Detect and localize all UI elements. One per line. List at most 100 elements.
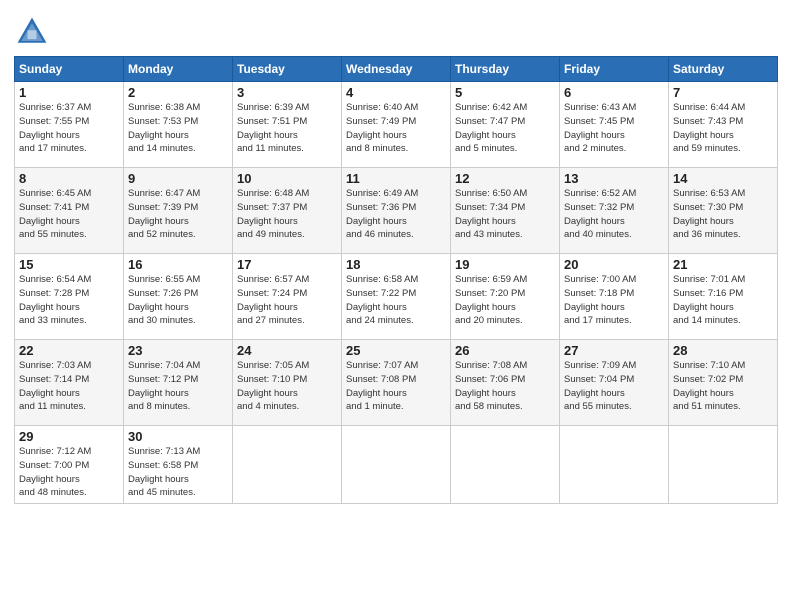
table-row: 21 Sunrise: 7:01 AMSunset: 7:16 PMDayligh… bbox=[669, 254, 778, 340]
day-number: 3 bbox=[237, 85, 337, 100]
table-row bbox=[669, 426, 778, 504]
day-detail: Sunrise: 6:57 AMSunset: 7:24 PMDaylight … bbox=[237, 274, 309, 326]
day-detail: Sunrise: 6:48 AMSunset: 7:37 PMDaylight … bbox=[237, 188, 309, 240]
table-row: 19 Sunrise: 6:59 AMSunset: 7:20 PMDayligh… bbox=[451, 254, 560, 340]
day-number: 29 bbox=[19, 429, 119, 444]
day-number: 19 bbox=[455, 257, 555, 272]
day-detail: Sunrise: 7:03 AMSunset: 7:14 PMDaylight … bbox=[19, 360, 91, 412]
day-number: 5 bbox=[455, 85, 555, 100]
table-row: 3 Sunrise: 6:39 AMSunset: 7:51 PMDaylight… bbox=[233, 82, 342, 168]
col-tuesday: Tuesday bbox=[233, 57, 342, 82]
day-detail: Sunrise: 6:58 AMSunset: 7:22 PMDaylight … bbox=[346, 274, 418, 326]
day-detail: Sunrise: 7:04 AMSunset: 7:12 PMDaylight … bbox=[128, 360, 200, 412]
table-row: 15 Sunrise: 6:54 AMSunset: 7:28 PMDayligh… bbox=[15, 254, 124, 340]
day-number: 20 bbox=[564, 257, 664, 272]
day-detail: Sunrise: 6:49 AMSunset: 7:36 PMDaylight … bbox=[346, 188, 418, 240]
table-row bbox=[451, 426, 560, 504]
table-row: 8 Sunrise: 6:45 AMSunset: 7:41 PMDaylight… bbox=[15, 168, 124, 254]
day-number: 1 bbox=[19, 85, 119, 100]
day-number: 21 bbox=[673, 257, 773, 272]
day-detail: Sunrise: 7:01 AMSunset: 7:16 PMDaylight … bbox=[673, 274, 745, 326]
day-number: 13 bbox=[564, 171, 664, 186]
logo bbox=[14, 14, 54, 50]
table-row: 30 Sunrise: 7:13 AMSunset: 6:58 PMDayligh… bbox=[124, 426, 233, 504]
day-detail: Sunrise: 7:07 AMSunset: 7:08 PMDaylight … bbox=[346, 360, 418, 412]
table-row: 6 Sunrise: 6:43 AMSunset: 7:45 PMDaylight… bbox=[560, 82, 669, 168]
table-row: 28 Sunrise: 7:10 AMSunset: 7:02 PMDayligh… bbox=[669, 340, 778, 426]
page: Sunday Monday Tuesday Wednesday Thursday… bbox=[0, 0, 792, 612]
table-row: 5 Sunrise: 6:42 AMSunset: 7:47 PMDaylight… bbox=[451, 82, 560, 168]
table-row: 17 Sunrise: 6:57 AMSunset: 7:24 PMDayligh… bbox=[233, 254, 342, 340]
day-number: 28 bbox=[673, 343, 773, 358]
table-row bbox=[342, 426, 451, 504]
day-number: 22 bbox=[19, 343, 119, 358]
day-number: 2 bbox=[128, 85, 228, 100]
day-detail: Sunrise: 6:37 AMSunset: 7:55 PMDaylight … bbox=[19, 102, 91, 154]
day-detail: Sunrise: 7:09 AMSunset: 7:04 PMDaylight … bbox=[564, 360, 636, 412]
table-row: 1 Sunrise: 6:37 AMSunset: 7:55 PMDaylight… bbox=[15, 82, 124, 168]
day-detail: Sunrise: 6:53 AMSunset: 7:30 PMDaylight … bbox=[673, 188, 745, 240]
day-number: 23 bbox=[128, 343, 228, 358]
table-row: 20 Sunrise: 7:00 AMSunset: 7:18 PMDayligh… bbox=[560, 254, 669, 340]
logo-icon bbox=[14, 14, 50, 50]
day-detail: Sunrise: 7:08 AMSunset: 7:06 PMDaylight … bbox=[455, 360, 527, 412]
col-saturday: Saturday bbox=[669, 57, 778, 82]
table-row: 25 Sunrise: 7:07 AMSunset: 7:08 PMDayligh… bbox=[342, 340, 451, 426]
table-row: 18 Sunrise: 6:58 AMSunset: 7:22 PMDayligh… bbox=[342, 254, 451, 340]
col-thursday: Thursday bbox=[451, 57, 560, 82]
header-row: Sunday Monday Tuesday Wednesday Thursday… bbox=[15, 57, 778, 82]
day-number: 10 bbox=[237, 171, 337, 186]
day-number: 27 bbox=[564, 343, 664, 358]
day-detail: Sunrise: 6:54 AMSunset: 7:28 PMDaylight … bbox=[19, 274, 91, 326]
table-row: 23 Sunrise: 7:04 AMSunset: 7:12 PMDayligh… bbox=[124, 340, 233, 426]
day-detail: Sunrise: 6:47 AMSunset: 7:39 PMDaylight … bbox=[128, 188, 200, 240]
table-row: 29 Sunrise: 7:12 AMSunset: 7:00 PMDayligh… bbox=[15, 426, 124, 504]
day-detail: Sunrise: 6:40 AMSunset: 7:49 PMDaylight … bbox=[346, 102, 418, 154]
header bbox=[14, 10, 778, 50]
col-friday: Friday bbox=[560, 57, 669, 82]
day-detail: Sunrise: 6:45 AMSunset: 7:41 PMDaylight … bbox=[19, 188, 91, 240]
day-number: 15 bbox=[19, 257, 119, 272]
day-number: 18 bbox=[346, 257, 446, 272]
day-number: 9 bbox=[128, 171, 228, 186]
day-number: 26 bbox=[455, 343, 555, 358]
day-detail: Sunrise: 6:43 AMSunset: 7:45 PMDaylight … bbox=[564, 102, 636, 154]
day-number: 17 bbox=[237, 257, 337, 272]
table-row: 11 Sunrise: 6:49 AMSunset: 7:36 PMDayligh… bbox=[342, 168, 451, 254]
table-row: 24 Sunrise: 7:05 AMSunset: 7:10 PMDayligh… bbox=[233, 340, 342, 426]
day-detail: Sunrise: 6:42 AMSunset: 7:47 PMDaylight … bbox=[455, 102, 527, 154]
table-row bbox=[233, 426, 342, 504]
day-detail: Sunrise: 6:52 AMSunset: 7:32 PMDaylight … bbox=[564, 188, 636, 240]
col-wednesday: Wednesday bbox=[342, 57, 451, 82]
day-detail: Sunrise: 7:10 AMSunset: 7:02 PMDaylight … bbox=[673, 360, 745, 412]
table-row: 13 Sunrise: 6:52 AMSunset: 7:32 PMDayligh… bbox=[560, 168, 669, 254]
table-row: 22 Sunrise: 7:03 AMSunset: 7:14 PMDayligh… bbox=[15, 340, 124, 426]
day-detail: Sunrise: 6:59 AMSunset: 7:20 PMDaylight … bbox=[455, 274, 527, 326]
table-row: 4Sunrise: 6:40 AMSunset: 7:49 PMDaylight… bbox=[342, 82, 451, 168]
day-detail: Sunrise: 7:05 AMSunset: 7:10 PMDaylight … bbox=[237, 360, 309, 412]
table-row: 27 Sunrise: 7:09 AMSunset: 7:04 PMDayligh… bbox=[560, 340, 669, 426]
day-number: 6 bbox=[564, 85, 664, 100]
day-detail: Sunrise: 6:39 AMSunset: 7:51 PMDaylight … bbox=[237, 102, 309, 154]
day-number: 14 bbox=[673, 171, 773, 186]
day-number: 7 bbox=[673, 85, 773, 100]
day-number: 11 bbox=[346, 171, 446, 186]
table-row: 12Sunrise: 6:50 AMSunset: 7:34 PMDayligh… bbox=[451, 168, 560, 254]
day-number: 30 bbox=[128, 429, 228, 444]
calendar-table: Sunday Monday Tuesday Wednesday Thursday… bbox=[14, 56, 778, 504]
day-number: 16 bbox=[128, 257, 228, 272]
table-row: 26 Sunrise: 7:08 AMSunset: 7:06 PMDayligh… bbox=[451, 340, 560, 426]
day-detail: Sunrise: 6:38 AMSunset: 7:53 PMDaylight … bbox=[128, 102, 200, 154]
day-detail: Sunrise: 7:12 AMSunset: 7:00 PMDaylight … bbox=[19, 446, 91, 498]
col-monday: Monday bbox=[124, 57, 233, 82]
table-row: 9 Sunrise: 6:47 AMSunset: 7:39 PMDaylight… bbox=[124, 168, 233, 254]
day-number: 8 bbox=[19, 171, 119, 186]
day-number: 25 bbox=[346, 343, 446, 358]
table-row bbox=[560, 426, 669, 504]
day-detail: Sunrise: 7:00 AMSunset: 7:18 PMDaylight … bbox=[564, 274, 636, 326]
day-detail: Sunrise: 6:55 AMSunset: 7:26 PMDaylight … bbox=[128, 274, 200, 326]
table-row: 16 Sunrise: 6:55 AMSunset: 7:26 PMDayligh… bbox=[124, 254, 233, 340]
day-number: 24 bbox=[237, 343, 337, 358]
day-detail: Sunrise: 7:13 AMSunset: 6:58 PMDaylight … bbox=[128, 446, 200, 498]
day-detail: Sunrise: 6:44 AMSunset: 7:43 PMDaylight … bbox=[673, 102, 745, 154]
